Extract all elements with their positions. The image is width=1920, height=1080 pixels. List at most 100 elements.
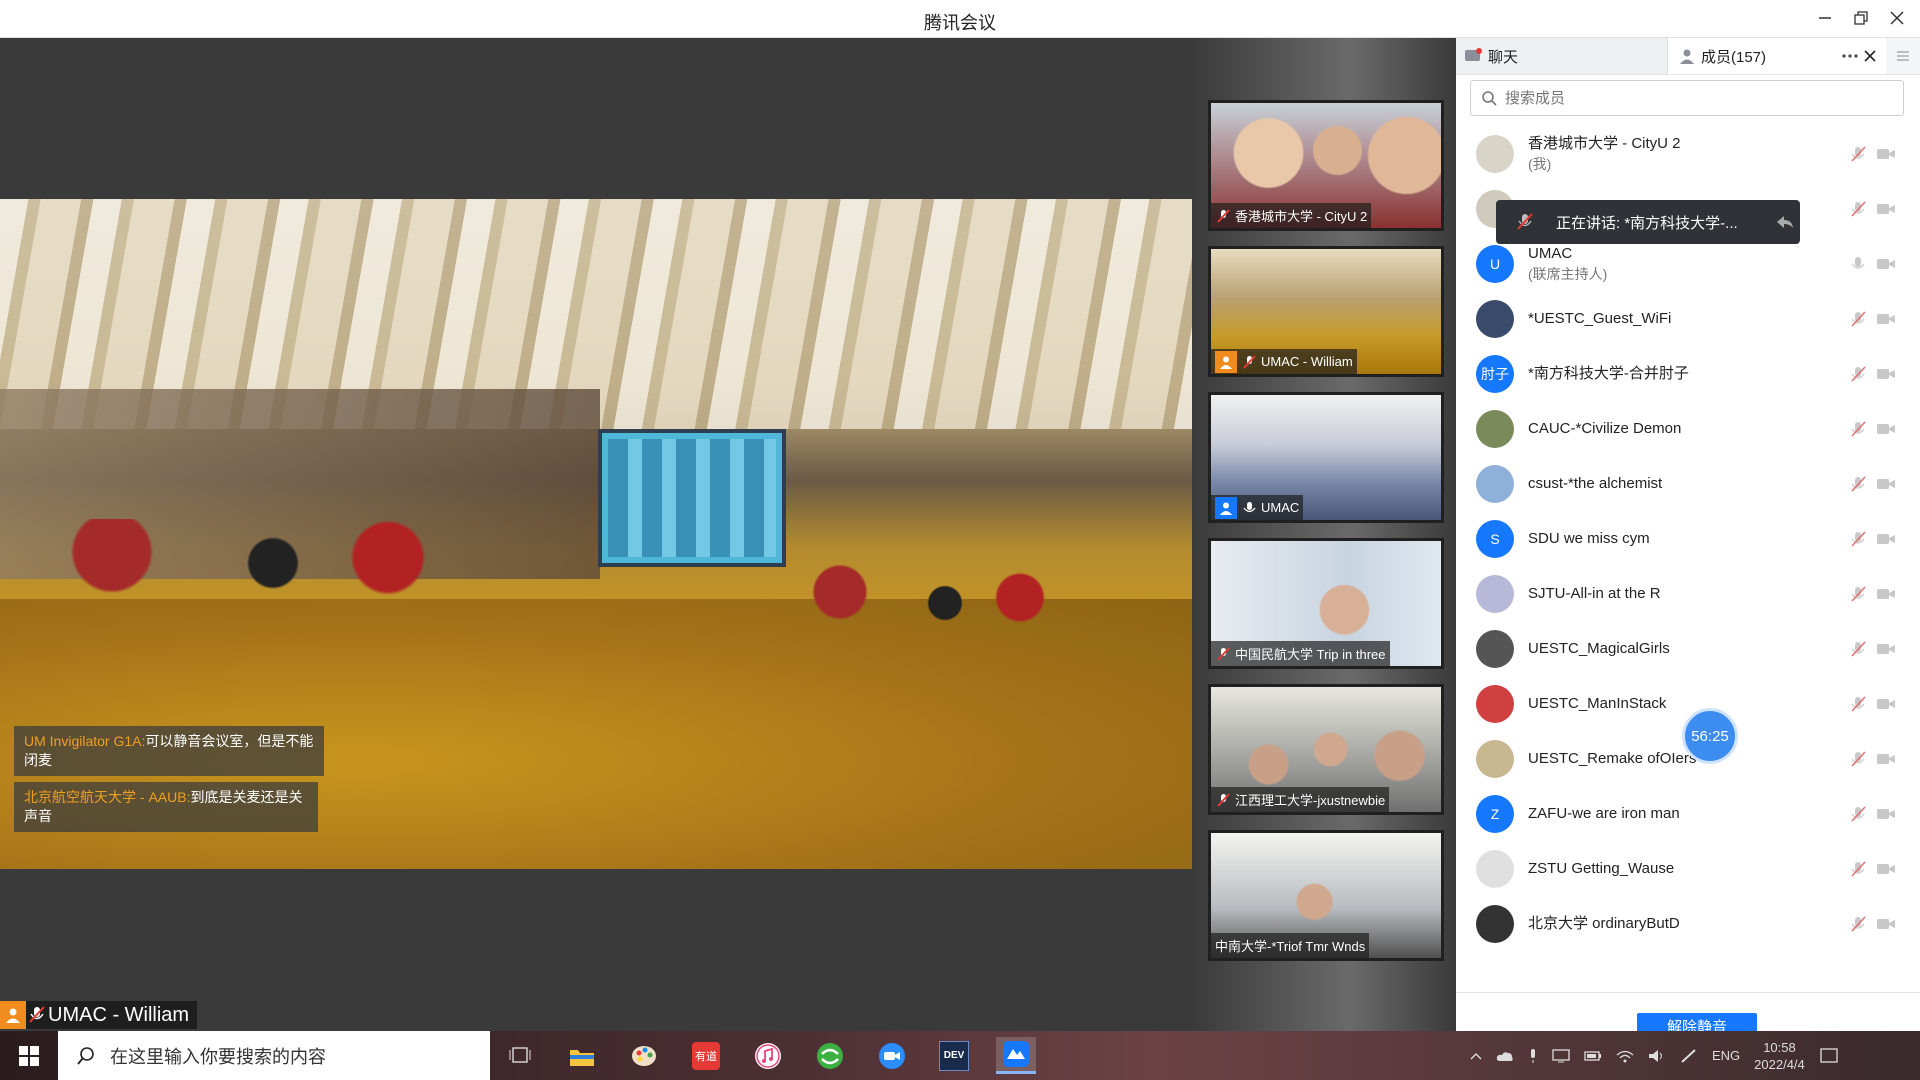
restore-button[interactable]	[1846, 6, 1876, 32]
main-speaker-tag: UMAC - William	[0, 1001, 198, 1029]
member-row[interactable]: U UMAC (联席主持人)	[1456, 236, 1920, 291]
browser-button[interactable]	[810, 1037, 850, 1074]
video-thumbnail-column: 香港城市大学 - CityU 2 UMAC - William UMAC 中国民…	[1192, 38, 1456, 1031]
mic-muted-icon[interactable]	[1849, 145, 1867, 163]
member-row[interactable]: UESTC_MagicalGirls	[1456, 621, 1920, 676]
avatar: Z	[1476, 794, 1514, 833]
microphone-icon[interactable]	[1528, 1048, 1538, 1064]
video-camera-icon[interactable]	[1876, 862, 1896, 876]
devcpp-icon: DEV	[939, 1040, 969, 1071]
close-window-button[interactable]	[1882, 6, 1912, 32]
video-thumbnail[interactable]: UMAC	[1208, 392, 1444, 523]
tencent-meeting-button[interactable]	[996, 1037, 1036, 1074]
mic-muted-icon	[1243, 354, 1256, 369]
mic-muted-icon[interactable]	[1849, 750, 1867, 768]
start-button[interactable]	[0, 1031, 58, 1080]
video-camera-icon[interactable]	[1876, 532, 1896, 546]
meeting-timer[interactable]: 56:25	[1682, 708, 1738, 764]
member-row[interactable]: *UESTC_Guest_WiFi	[1456, 291, 1920, 346]
member-name: SJTU-All-in at the R	[1528, 584, 1661, 602]
member-name-block: ZSTU Getting_Wause	[1528, 859, 1674, 879]
member-row[interactable]: 北京大学 ordinaryButD	[1456, 896, 1920, 951]
speaking-indicator: 正在讲话: *南方科技大学-...	[1496, 200, 1800, 244]
member-row[interactable]: SJTU-All-in at the R	[1456, 566, 1920, 621]
video-camera-icon[interactable]	[1876, 422, 1896, 436]
avatar: U	[1476, 244, 1514, 283]
minimize-button[interactable]	[1810, 6, 1840, 32]
pen-icon[interactable]	[1680, 1048, 1698, 1064]
video-camera-icon[interactable]	[1876, 807, 1896, 821]
member-row[interactable]: ZSTU Getting_Wause	[1456, 841, 1920, 896]
member-name-block: UESTC_ManInStack	[1528, 694, 1666, 714]
notification-icon[interactable]	[1819, 1047, 1839, 1065]
mic-muted-icon[interactable]	[1849, 365, 1867, 383]
member-search-input[interactable]	[1503, 88, 1867, 108]
taskbar-search[interactable]: 在这里输入你要搜索的内容	[58, 1031, 490, 1080]
video-thumbnail[interactable]: 江西理工大学-jxustnewbie	[1208, 684, 1444, 815]
cloud-icon[interactable]	[1496, 1050, 1514, 1062]
file-explorer-button[interactable]	[562, 1037, 602, 1074]
mic-muted-icon[interactable]	[1849, 860, 1867, 878]
video-camera-icon[interactable]	[1876, 697, 1896, 711]
input-language[interactable]: ENG	[1712, 1048, 1740, 1063]
video-camera-icon[interactable]	[1876, 752, 1896, 766]
mic-muted-icon[interactable]	[1849, 475, 1867, 493]
member-name: 香港城市大学 - CityU 2	[1528, 134, 1681, 152]
clock[interactable]: 10:58 2022/4/4	[1754, 1039, 1805, 1073]
paint-button[interactable]	[624, 1037, 664, 1074]
video-camera-icon[interactable]	[1876, 202, 1896, 216]
video-camera-icon[interactable]	[1876, 642, 1896, 656]
video-camera-icon[interactable]	[1876, 257, 1896, 271]
member-row[interactable]: CAUC-*Civilize Demon	[1456, 401, 1920, 456]
itunes-button[interactable]	[748, 1037, 788, 1074]
mic-muted-icon[interactable]	[1849, 915, 1867, 933]
tab-chat[interactable]: 聊天	[1456, 38, 1668, 74]
video-camera-icon[interactable]	[1876, 477, 1896, 491]
member-name-block: SJTU-All-in at the R	[1528, 584, 1661, 604]
battery-icon[interactable]	[1584, 1050, 1602, 1062]
members-panel: 聊天 成员(157) 香港城市大学 - CityU 2 (我) U UMAC (联席主持…	[1456, 38, 1920, 1039]
display-icon[interactable]	[1552, 1048, 1570, 1063]
mic-icon[interactable]	[1849, 255, 1867, 273]
video-camera-icon[interactable]	[1876, 917, 1896, 931]
thumbnail-label: 中国民航大学 Trip in three	[1235, 647, 1386, 662]
devcpp-button[interactable]: DEV	[934, 1037, 974, 1074]
panel-menu-button[interactable]	[1886, 38, 1920, 74]
member-row[interactable]: csust-*the alchemist	[1456, 456, 1920, 511]
member-row[interactable]: 香港城市大学 - CityU 2 (我)	[1456, 126, 1920, 181]
youdao-button[interactable]: 有道	[686, 1037, 726, 1074]
avatar	[1476, 684, 1514, 723]
close-panel-button[interactable]	[1864, 38, 1876, 74]
member-row[interactable]: 肘子 *南方科技大学-合并肘子	[1456, 346, 1920, 401]
reply-icon[interactable]	[1774, 211, 1796, 233]
member-row[interactable]: S SDU we miss cym	[1456, 511, 1920, 566]
member-name-block: SDU we miss cym	[1528, 529, 1650, 549]
wifi-icon[interactable]	[1616, 1049, 1634, 1063]
video-camera-icon[interactable]	[1876, 147, 1896, 161]
mic-muted-icon[interactable]	[1849, 805, 1867, 823]
video-camera-icon[interactable]	[1876, 587, 1896, 601]
mic-muted-icon[interactable]	[1849, 530, 1867, 548]
member-search[interactable]	[1470, 80, 1904, 116]
mic-muted-icon[interactable]	[1849, 420, 1867, 438]
video-thumbnail[interactable]: 中南大学-*Triof Tmr Wnds	[1208, 830, 1444, 961]
mic-muted-icon[interactable]	[1849, 695, 1867, 713]
mic-muted-icon[interactable]	[1849, 585, 1867, 603]
volume-icon[interactable]	[1648, 1049, 1666, 1063]
video-thumbnail[interactable]: 中国民航大学 Trip in three	[1208, 538, 1444, 669]
video-camera-icon[interactable]	[1876, 312, 1896, 326]
video-thumbnail[interactable]: UMAC - William	[1208, 246, 1444, 377]
avatar	[1476, 739, 1514, 778]
mic-muted-icon[interactable]	[1849, 200, 1867, 218]
more-options-button[interactable]	[1842, 38, 1858, 74]
member-row[interactable]: Z ZAFU-we are iron man	[1456, 786, 1920, 841]
video-thumbnail[interactable]: 香港城市大学 - CityU 2	[1208, 100, 1444, 231]
chevron-up-icon[interactable]	[1470, 1051, 1482, 1061]
zoom-button[interactable]	[872, 1037, 912, 1074]
clock-date: 2022/4/4	[1754, 1056, 1805, 1072]
task-view-button[interactable]	[500, 1037, 540, 1074]
mic-muted-icon[interactable]	[1849, 310, 1867, 328]
video-camera-icon[interactable]	[1876, 367, 1896, 381]
avatar: S	[1476, 519, 1514, 558]
mic-muted-icon[interactable]	[1849, 640, 1867, 658]
